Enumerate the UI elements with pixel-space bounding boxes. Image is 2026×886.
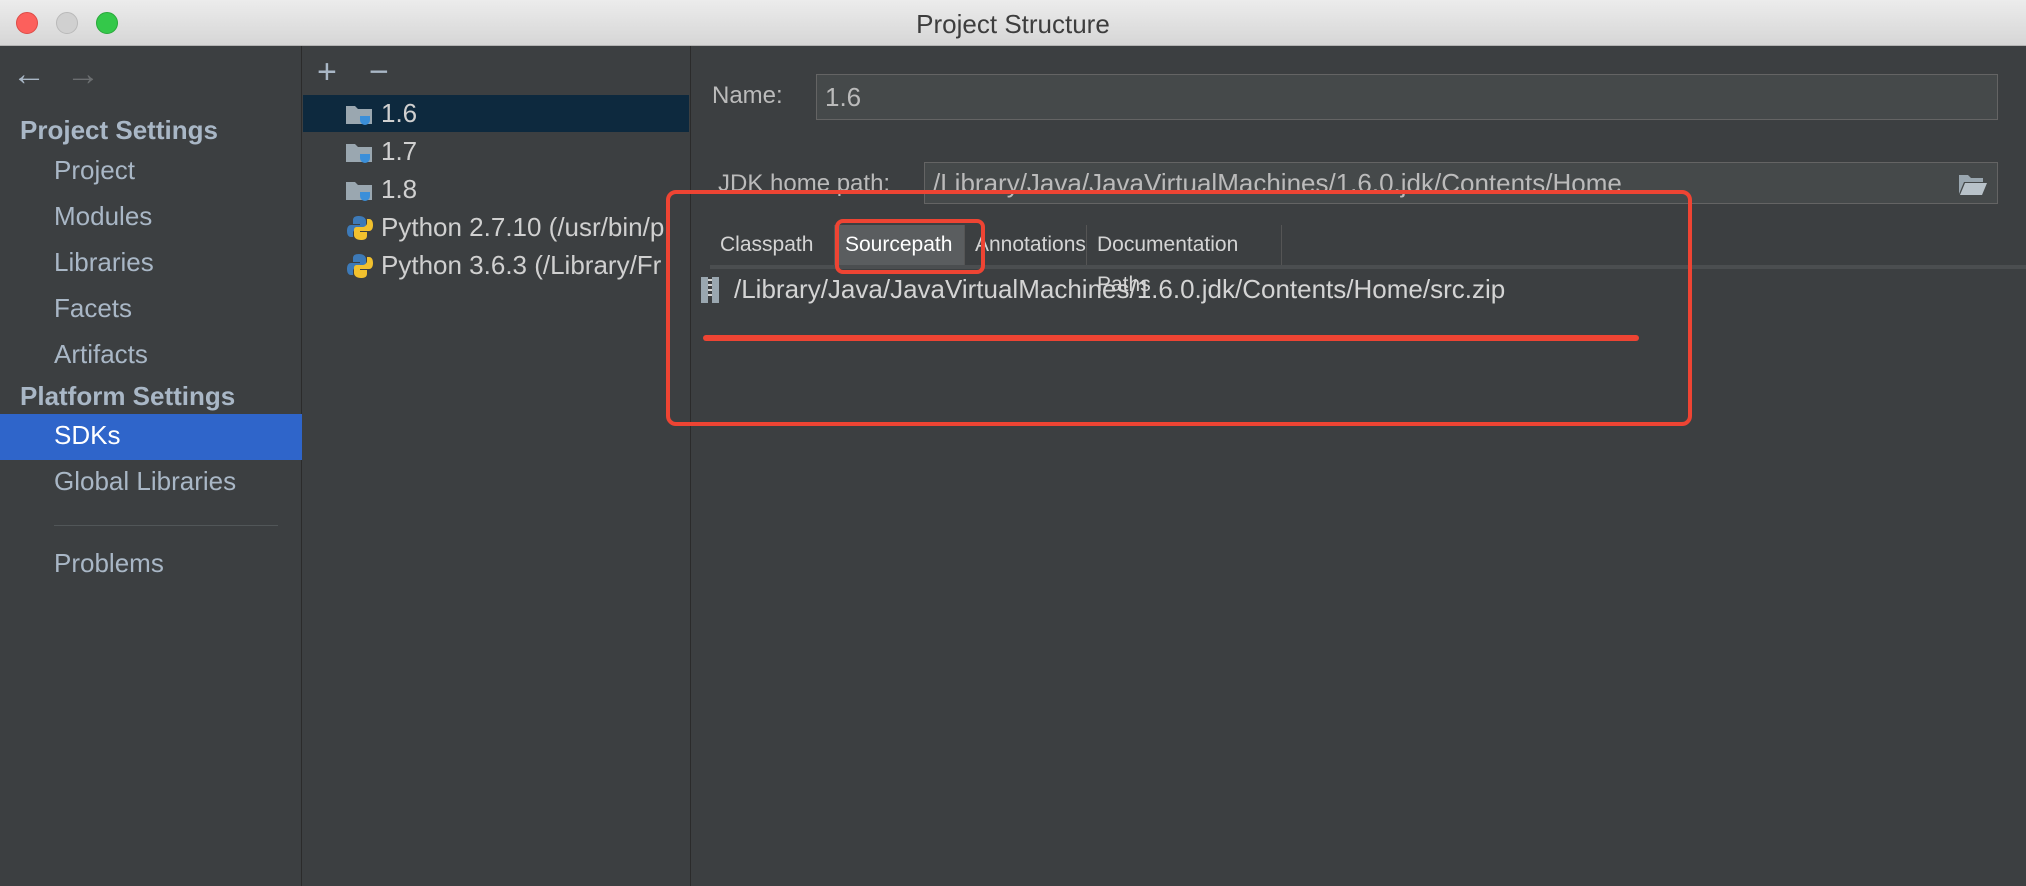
list-item[interactable]: 1.8 [303,171,689,208]
jdk-folder-icon [346,106,372,125]
window-title: Project Structure [916,9,1110,39]
project-settings-heading: Project Settings [20,115,218,145]
jdk-folder-icon [346,144,372,163]
open-folder-icon[interactable] [1958,172,1988,196]
platform-settings-heading: Platform Settings [20,381,236,411]
sdk-name-field[interactable]: 1.6 [816,74,1998,120]
name-label: Name: [712,82,783,109]
sdk-label: 1.8 [381,174,418,204]
annotation-tab-highlight [835,219,985,274]
list-item[interactable]: 1.7 [303,133,689,170]
annotation-highlight-box [666,190,1692,426]
sdk-label: Python 3.6.3 (/Library/Fr [381,250,662,280]
sdk-label: 1.6 [381,98,418,128]
title-bar: Project Structure [0,0,2026,46]
sdk-label: 1.7 [381,136,418,166]
add-sdk-button[interactable]: + [317,52,337,92]
list-item[interactable]: Python 3.6.3 (/Library/Fr [303,247,689,284]
remove-sdk-button[interactable]: − [369,52,389,92]
forward-arrow-icon[interactable]: → [66,52,100,96]
sidebar-item-label: SDKs [54,420,121,450]
annotation-underline [703,335,1639,341]
sidebar-item-global-libraries[interactable]: Global Libraries [54,466,236,497]
list-item[interactable]: 1.6 [303,95,689,132]
sidebar-item-project[interactable]: Project [54,155,135,186]
sidebar-item-libraries[interactable]: Libraries [54,247,154,278]
sidebar-item-artifacts[interactable]: Artifacts [54,339,148,370]
list-item[interactable]: Python 2.7.10 (/usr/bin/p [303,209,689,246]
sidebar-item-facets[interactable]: Facets [54,293,132,324]
sdk-label: Python 2.7.10 (/usr/bin/p [381,212,665,242]
python-icon [347,254,373,278]
python-icon [347,216,373,240]
sidebar-item-sdks[interactable]: SDKs [0,414,302,460]
sidebar-divider [54,525,278,526]
sdk-list-panel: + − 1.6 1.7 1.8 Python 2.7.10 (/usr/bin/… [303,46,691,886]
jdk-folder-icon [346,182,372,201]
sidebar-item-modules[interactable]: Modules [54,201,152,232]
back-arrow-icon[interactable]: ← [12,52,46,96]
sidebar-item-problems[interactable]: Problems [54,548,164,579]
